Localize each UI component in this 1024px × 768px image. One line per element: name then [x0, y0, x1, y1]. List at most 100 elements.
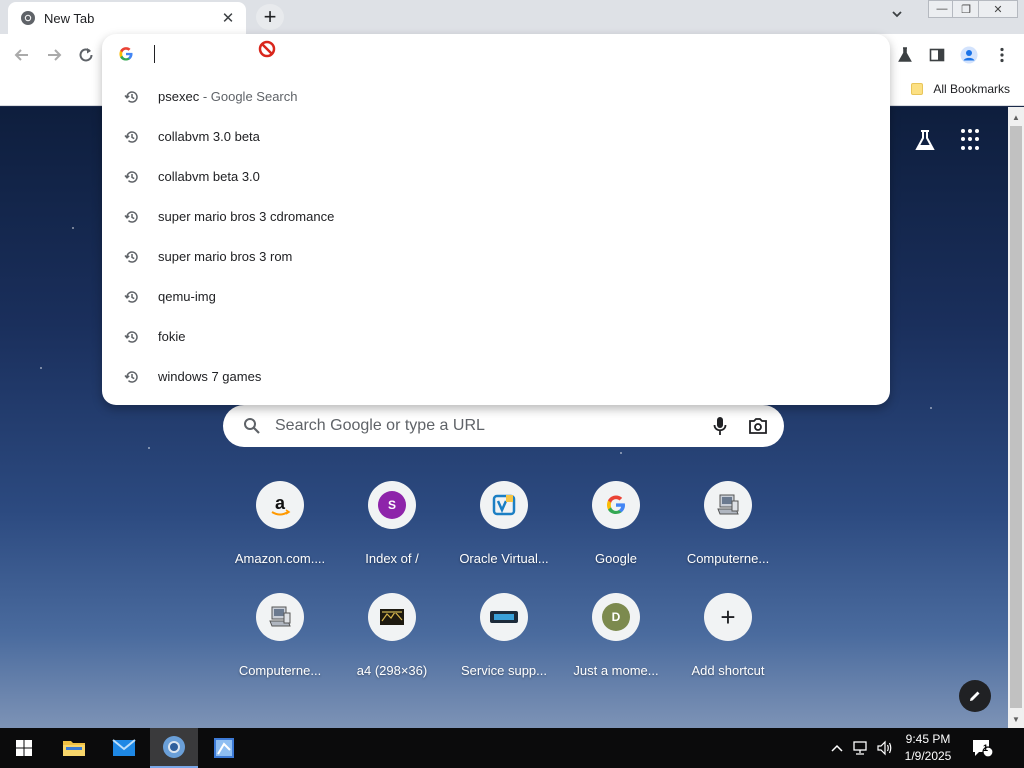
- tab-strip: New Tab ✕ + — ❐ ✕: [0, 0, 1024, 34]
- amazon-icon: a: [256, 481, 304, 529]
- shortcut-tile[interactable]: Computerne...: [224, 592, 336, 704]
- folder-icon: [63, 741, 85, 756]
- google-g-icon: [119, 47, 133, 61]
- shortcut-tile[interactable]: a4 (298×36): [336, 592, 448, 704]
- profile-avatar-icon[interactable]: [958, 44, 980, 66]
- add-shortcut-button[interactable]: + Add shortcut: [672, 592, 784, 704]
- shortcut-label: Oracle Virtual...: [459, 551, 549, 566]
- new-tab-button[interactable]: +: [256, 4, 284, 30]
- close-window-button[interactable]: ✕: [978, 0, 1018, 18]
- shortcut-label: Index of /: [365, 551, 419, 566]
- suggestion-suffix: - Google Search: [199, 89, 298, 104]
- network-icon[interactable]: [850, 728, 872, 768]
- scroll-up-arrow-icon[interactable]: ▲: [1008, 109, 1024, 125]
- shortcut-tile[interactable]: Google: [560, 480, 672, 592]
- shortcut-tile[interactable]: Computerne...: [672, 480, 784, 592]
- computer-icon: [704, 481, 752, 529]
- notification-count: 1: [983, 743, 989, 753]
- plus-icon: +: [704, 593, 752, 641]
- history-clock-icon: [124, 371, 138, 383]
- tab-search-chevron-icon[interactable]: [888, 8, 906, 26]
- side-panel-icon[interactable]: [926, 44, 948, 66]
- shortcut-label: Service supp...: [461, 663, 547, 678]
- shortcut-label: Google: [595, 551, 637, 566]
- clock-time: 9:45 PM: [905, 732, 951, 746]
- shortcut-label: Just a mome...: [573, 663, 659, 678]
- chrome-icon: [163, 736, 185, 758]
- back-arrow-icon[interactable]: [10, 43, 34, 67]
- tray-overflow-chevron-icon[interactable]: [828, 728, 846, 768]
- service-logo-icon: [480, 593, 528, 641]
- suggestion-row[interactable]: fokie: [102, 317, 890, 357]
- system-clock[interactable]: 9:45 PM 1/9/2025: [900, 731, 956, 765]
- history-clock-icon: [124, 171, 138, 183]
- tab-close-icon[interactable]: ✕: [220, 9, 236, 27]
- search-placeholder: Search Google or type a URL: [275, 417, 485, 434]
- shortcut-tile[interactable]: Service supp...: [448, 592, 560, 704]
- svg-text:a: a: [275, 493, 286, 513]
- suggestion-row[interactable]: qemu-img: [102, 277, 890, 317]
- notification-icon: [973, 740, 993, 758]
- scrollbar-thumb[interactable]: [1010, 126, 1022, 708]
- customize-pencil-button[interactable]: [959, 680, 991, 712]
- camera-lens-icon[interactable]: [748, 417, 768, 435]
- tab-title: New Tab: [44, 10, 95, 26]
- shortcut-label: Computerne...: [238, 663, 322, 678]
- maximize-button[interactable]: ❐: [952, 0, 980, 18]
- microphone-icon[interactable]: [712, 416, 728, 436]
- reload-icon[interactable]: [74, 43, 98, 67]
- labs-icon[interactable]: [912, 127, 938, 153]
- pencil-icon: [970, 691, 980, 701]
- windows-logo-icon: [16, 740, 32, 756]
- suggestion-text: psexec: [158, 89, 200, 104]
- scroll-down-arrow-icon[interactable]: ▼: [1008, 711, 1024, 727]
- shortcut-tile[interactable]: Oracle Virtual...: [448, 480, 560, 592]
- suggestion-text: windows 7 games: [158, 369, 262, 384]
- volume-icon[interactable]: [874, 728, 896, 768]
- mail-icon: [112, 739, 136, 756]
- suggestion-text: super mario bros 3 cdromance: [158, 209, 335, 224]
- shortcut-label: Add shortcut: [691, 663, 765, 678]
- windows-taskbar: 9:45 PM 1/9/2025 1: [0, 728, 1024, 768]
- suggestion-row[interactable]: collabvm beta 3.0: [102, 157, 890, 197]
- shortcut-tile[interactable]: D Just a mome...: [560, 592, 672, 704]
- ntp-search-box[interactable]: Search Google or type a URL: [223, 405, 784, 447]
- shortcut-label: Amazon.com....: [234, 551, 326, 566]
- letter-s-icon: S: [378, 491, 406, 519]
- shortcut-tile[interactable]: a Amazon.com....: [224, 480, 336, 592]
- start-button[interactable]: [0, 728, 48, 768]
- shortcut-tile[interactable]: S Index of /: [336, 480, 448, 592]
- address-bar-input[interactable]: [102, 34, 890, 74]
- history-clock-icon: [124, 211, 138, 223]
- virtualbox-icon: [480, 481, 528, 529]
- shortcut-label: Computerne...: [686, 551, 770, 566]
- clock-date: 1/9/2025: [904, 749, 952, 763]
- suggestion-row[interactable]: psexec - Google Search: [102, 77, 890, 117]
- file-explorer-taskbar-button[interactable]: [50, 728, 98, 768]
- shortcut-label: a4 (298×36): [356, 663, 428, 678]
- suggestion-text: collabvm beta 3.0: [158, 169, 260, 184]
- google-apps-grid-icon[interactable]: [961, 129, 983, 151]
- suggestion-row[interactable]: super mario bros 3 rom: [102, 237, 890, 277]
- letter-d-icon: D: [602, 603, 630, 631]
- mail-taskbar-button[interactable]: [100, 728, 148, 768]
- history-clock-icon: [124, 291, 138, 303]
- labs-flask-icon[interactable]: [894, 44, 916, 66]
- tab-new-tab[interactable]: New Tab ✕: [8, 2, 246, 34]
- chrome-icon: [21, 11, 35, 25]
- all-bookmarks-button[interactable]: All Bookmarks: [911, 82, 1010, 96]
- suggestion-row[interactable]: windows 7 games: [102, 357, 890, 397]
- text-caret: [154, 45, 155, 63]
- action-center-button[interactable]: 1: [966, 728, 998, 768]
- forward-arrow-icon[interactable]: [42, 43, 66, 67]
- no-entry-cursor-icon: [258, 40, 276, 58]
- kebab-menu-icon[interactable]: [991, 44, 1013, 66]
- suggestion-text: collabvm 3.0 beta: [158, 129, 260, 144]
- suggestion-row[interactable]: super mario bros 3 cdromance: [102, 197, 890, 237]
- chrome-taskbar-button[interactable]: [150, 728, 198, 768]
- history-clock-icon: [124, 131, 138, 143]
- suggestion-row[interactable]: collabvm 3.0 beta: [102, 117, 890, 157]
- app-taskbar-button[interactable]: [200, 728, 248, 768]
- history-clock-icon: [124, 251, 138, 263]
- computer-icon: [256, 593, 304, 641]
